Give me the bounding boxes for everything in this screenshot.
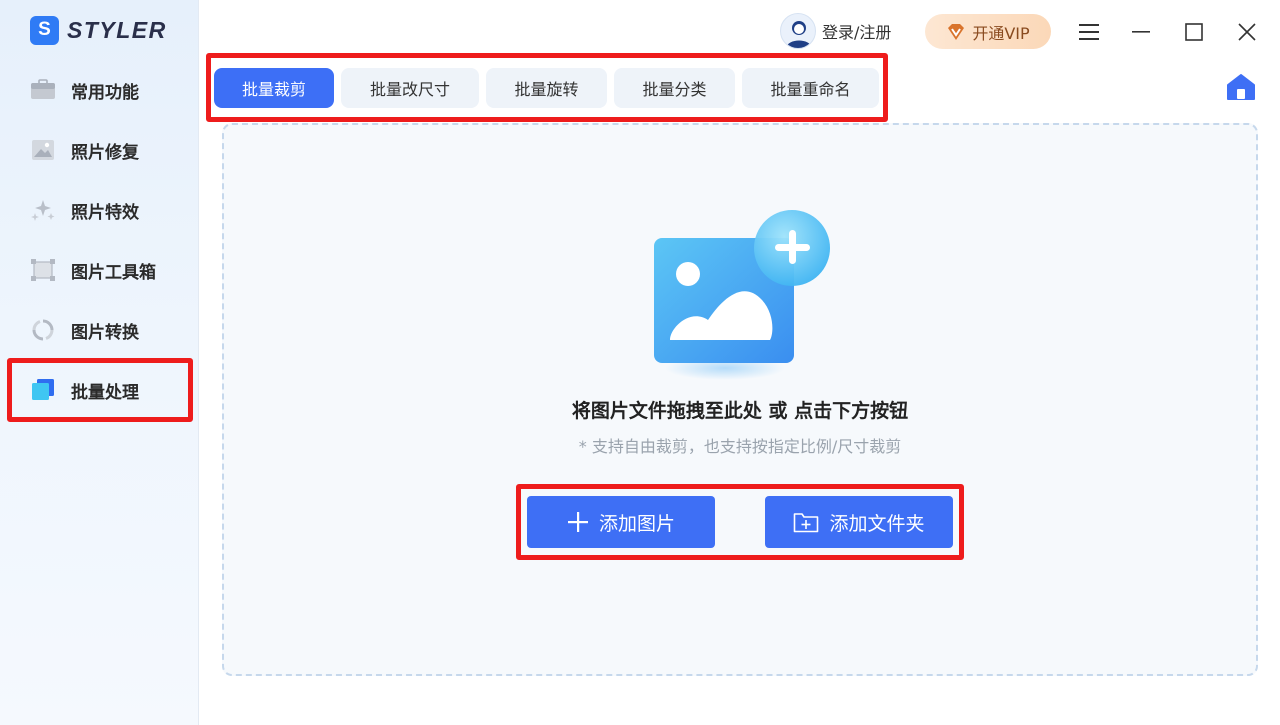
sidebar-item-photo-repair[interactable]: 照片修复 xyxy=(30,130,190,170)
folder-add-icon xyxy=(793,511,819,533)
login-button[interactable]: 登录/注册 xyxy=(780,13,891,49)
sidebar-item-photo-effects[interactable]: 照片特效 xyxy=(30,190,190,230)
add-image-label: 添加图片 xyxy=(598,512,675,535)
maximize-button[interactable] xyxy=(1176,14,1212,50)
logo-text: STYLER xyxy=(67,16,167,43)
close-button[interactable] xyxy=(1229,14,1265,50)
tab-batch-classify[interactable]: 批量分类 xyxy=(614,68,735,108)
sidebar-item-image-toolbox[interactable]: 图片工具箱 xyxy=(30,250,190,290)
sparkle-icon xyxy=(30,198,56,222)
sidebar-item-common-functions[interactable]: 常用功能 xyxy=(30,70,190,110)
menu-icon xyxy=(1079,23,1099,41)
photo-repair-icon xyxy=(30,138,56,162)
home-button[interactable] xyxy=(1226,72,1256,102)
maximize-icon xyxy=(1185,23,1203,41)
app-logo: S STYLER xyxy=(30,14,167,46)
user-avatar-icon xyxy=(780,13,816,49)
add-folder-label: 添加文件夹 xyxy=(829,512,925,535)
convert-icon xyxy=(30,318,56,342)
vip-label: 开通VIP xyxy=(972,23,1030,43)
add-folder-button[interactable]: 添加文件夹 xyxy=(765,496,953,548)
close-icon xyxy=(1238,23,1256,41)
minimize-icon xyxy=(1132,30,1150,34)
sidebar: S STYLER 常用功能 照片修复 照片特效 图片工具箱 图片转换 批量处理 xyxy=(0,0,199,725)
sidebar-item-label: 照片特效 xyxy=(71,202,139,223)
sidebar-item-label: 批量处理 xyxy=(71,382,139,403)
sidebar-item-batch-processing[interactable]: 批量处理 xyxy=(30,370,190,410)
home-icon xyxy=(1226,72,1256,102)
diamond-v-icon xyxy=(946,23,966,41)
sidebar-item-image-convert[interactable]: 图片转换 xyxy=(30,310,190,350)
batch-layers-icon xyxy=(30,378,56,402)
add-image-button[interactable]: 添加图片 xyxy=(527,496,715,548)
tab-batch-resize[interactable]: 批量改尺寸 xyxy=(341,68,479,108)
briefcase-icon xyxy=(30,78,56,102)
tab-batch-rotate[interactable]: 批量旋转 xyxy=(486,68,607,108)
toolbox-frame-icon xyxy=(30,258,56,282)
sidebar-item-label: 图片转换 xyxy=(71,322,139,343)
drop-zone-title: 将图片文件拖拽至此处 或 点击下方按钮 xyxy=(571,400,909,422)
menu-button[interactable] xyxy=(1071,14,1107,50)
plus-icon xyxy=(567,511,589,533)
vip-button[interactable]: 开通VIP xyxy=(925,14,1051,49)
logo-mark: S xyxy=(30,15,59,45)
login-label: 登录/注册 xyxy=(822,23,892,42)
tab-batch-rename[interactable]: 批量重命名 xyxy=(742,68,879,108)
tab-batch-crop[interactable]: 批量裁剪 xyxy=(214,68,334,108)
minimize-button[interactable] xyxy=(1123,14,1159,50)
sidebar-item-label: 常用功能 xyxy=(71,82,139,103)
add-image-illustration-icon xyxy=(650,208,835,388)
drop-zone-subtitle: * 支持自由裁剪，也支持按指定比例/尺寸裁剪 xyxy=(578,437,902,456)
sidebar-item-label: 照片修复 xyxy=(71,142,139,163)
sidebar-item-label: 图片工具箱 xyxy=(71,262,156,283)
